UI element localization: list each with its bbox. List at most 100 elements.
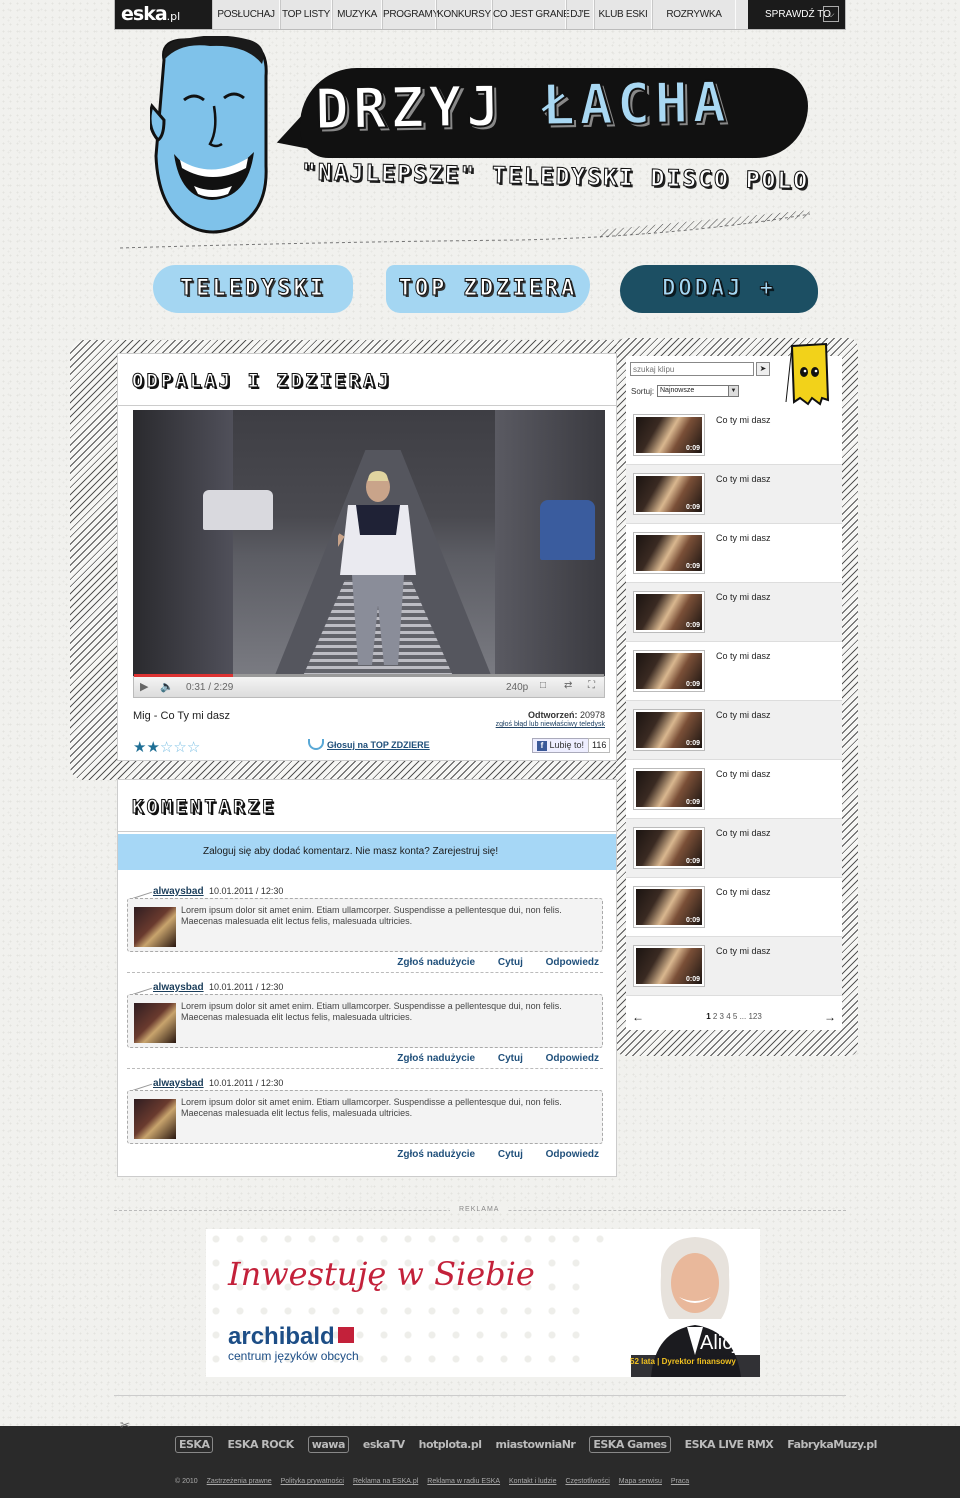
clip-thumbnail[interactable]: 0:09 [633,650,705,692]
clip-title[interactable]: Co ty mi dasz [716,533,771,543]
clip-list-item[interactable]: 0:09 Co ty mi dasz [626,701,842,760]
partner-logo-miastownia[interactable]: miastowniaNr [496,1438,576,1451]
clip-thumbnail[interactable]: 0:09 [633,768,705,810]
footer-link-sitemap[interactable]: Mapa serwisu [619,1478,662,1485]
nav-item-co-jest-grane[interactable]: CO JEST GRANE [492,0,570,29]
fullscreen-icon[interactable]: ⛶ [588,680,595,691]
report-video-link[interactable]: zgłoś błąd lub niewłaściwy teledysk [496,721,605,728]
clip-title[interactable]: Co ty mi dasz [716,474,771,484]
clip-title[interactable]: Co ty mi dasz [716,769,771,779]
star-filled-icon[interactable]: ★ [133,739,146,756]
pager-current-page[interactable]: 1 [706,1012,710,1021]
clip-title[interactable]: Co ty mi dasz [716,710,771,720]
clip-list-item[interactable]: 0:09 Co ty mi dasz [626,878,842,937]
clip-title[interactable]: Co ty mi dasz [716,946,771,956]
clip-list-item[interactable]: 0:09 Co ty mi dasz [626,406,842,465]
arrow-right-icon[interactable]: → [824,1006,836,1028]
clip-thumbnail[interactable]: 0:09 [633,591,705,633]
star-empty-icon[interactable]: ☆ [160,739,173,756]
report-abuse-link[interactable]: Zgłoś nadużycie [397,1149,475,1160]
clip-thumbnail[interactable]: 0:09 [633,414,705,456]
footer-link-legal[interactable]: Zastrzeżenia prawne [207,1478,272,1485]
login-prompt[interactable]: Zaloguj się aby dodać komentarz. Nie mas… [118,834,616,870]
nav-item-klub-eski[interactable]: KLUB ESKI [594,0,652,29]
star-empty-icon[interactable]: ☆ [173,739,186,756]
partner-logo-eska-live-rmx[interactable]: ESKA LIVE RMX [685,1438,774,1451]
clip-thumbnail[interactable]: 0:09 [633,827,705,869]
reply-link[interactable]: Odpowiedz [546,1053,599,1064]
clip-thumbnail[interactable]: 0:09 [633,473,705,515]
search-submit-button[interactable]: ➤ [756,362,770,376]
nav-item-dje[interactable]: DJ'E [566,0,594,29]
nav-item-rozrywka[interactable]: ROZRYWKA [652,0,736,29]
volume-icon[interactable]: 🔈 [160,680,174,693]
partner-logo-hotplota[interactable]: hotplota.pl [419,1438,482,1451]
clip-search-input[interactable] [630,362,754,376]
avatar[interactable] [134,1099,176,1139]
arrow-left-icon[interactable]: ← [632,1006,644,1028]
star-filled-icon[interactable]: ★ [146,739,159,756]
videos-button[interactable]: TELEDYSKI [153,265,353,313]
partner-logo-eska[interactable]: ESKA [175,1436,214,1453]
report-abuse-link[interactable]: Zgłoś nadużycie [397,1053,475,1064]
clip-title[interactable]: Co ty mi dasz [716,415,771,425]
eska-logo[interactable]: eska.pl [115,0,212,29]
clip-title[interactable]: Co ty mi dasz [716,887,771,897]
star-empty-icon[interactable]: ☆ [187,739,200,756]
top-zdziera-button[interactable]: TOP ZDZIERA [386,265,590,313]
comment-author[interactable]: alwaysbad [153,982,204,993]
quality-selector[interactable]: 240p [506,682,528,693]
pager-pages[interactable]: 2 3 4 5 ... 123 [713,1012,762,1021]
clip-thumbnail[interactable]: 0:09 [633,945,705,987]
avatar[interactable] [134,907,176,947]
clip-title[interactable]: Co ty mi dasz [716,592,771,602]
clip-list-item[interactable]: 0:09 Co ty mi dasz [626,583,842,642]
footer-link-privacy[interactable]: Polityka prywatności [281,1478,344,1485]
partner-logo-fabryka-muzy[interactable]: FabrykaMuzy.pl [787,1438,877,1451]
clip-thumbnail[interactable]: 0:09 [633,709,705,751]
avatar[interactable] [134,1003,176,1043]
vote-top-zdziera-link[interactable]: Głosuj na TOP ZDZIERE [308,739,430,750]
advertisement-banner[interactable]: Inwestuję w Siebie archibald centrum jęz… [206,1229,760,1377]
partner-logo-eska-rock[interactable]: ESKA ROCK [227,1438,294,1451]
comment-author[interactable]: alwaysbad [153,1078,204,1089]
nav-item-muzyka[interactable]: MUZYKA [332,0,382,29]
nav-item-konkursy[interactable]: KONKURSY [436,0,492,29]
popout-icon[interactable]: □ [540,680,546,691]
quote-link[interactable]: Cytuj [498,957,523,968]
footer-link-radio-advertising[interactable]: Reklama w radiu ESKA [427,1478,500,1485]
clip-thumbnail[interactable]: 0:09 [633,886,705,928]
nav-item-posluchaj[interactable]: POSŁUCHAJ [212,0,280,29]
clip-list-item[interactable]: 0:09 Co ty mi dasz [626,819,842,878]
comment-author[interactable]: alwaysbad [153,886,204,897]
clip-thumbnail[interactable]: 0:09 [633,532,705,574]
facebook-like-button[interactable]: f Lubię to! [532,738,590,753]
play-icon[interactable]: ▶ [140,680,148,693]
partner-logo-eska-tv[interactable]: eskaTV [363,1438,405,1451]
partner-logo-eska-games[interactable]: ESKA Games [589,1436,671,1453]
rating-stars[interactable]: ★★☆☆☆ [133,738,200,756]
clip-list-item[interactable]: 0:09 Co ty mi dasz [626,760,842,819]
check-it-button[interactable]: SPRAWDŹ TO ⌵ [748,0,845,29]
sort-select[interactable]: Najnowsze ▼ [657,385,739,397]
partner-logo-wawa[interactable]: wawa [307,1436,349,1453]
footer-link-frequencies[interactable]: Częstotliwości [565,1478,609,1485]
clip-list-item[interactable]: 0:09 Co ty mi dasz [626,465,842,524]
add-button[interactable]: DODAJ + [620,265,818,313]
reply-link[interactable]: Odpowiedz [546,957,599,968]
footer-link-advertising[interactable]: Reklama na ESKA.pl [353,1478,418,1485]
footer-link-jobs[interactable]: Praca [671,1478,689,1485]
quote-link[interactable]: Cytuj [498,1149,523,1160]
footer-link-contact[interactable]: Kontakt i ludzie [509,1478,556,1485]
clip-list-item[interactable]: 0:09 Co ty mi dasz [626,642,842,701]
clip-list-item[interactable]: 0:09 Co ty mi dasz [626,524,842,583]
clip-title[interactable]: Co ty mi dasz [716,828,771,838]
nav-item-programy[interactable]: PROGRAMY [382,0,439,29]
video-player[interactable] [133,410,605,676]
nav-item-top-listy[interactable]: TOP LISTY [280,0,332,29]
reply-link[interactable]: Odpowiedz [546,1149,599,1160]
clip-title[interactable]: Co ty mi dasz [716,651,771,661]
quote-link[interactable]: Cytuj [498,1053,523,1064]
clip-list-item[interactable]: 0:09 Co ty mi dasz [626,937,842,996]
share-icon[interactable]: ⇄ [564,680,572,691]
